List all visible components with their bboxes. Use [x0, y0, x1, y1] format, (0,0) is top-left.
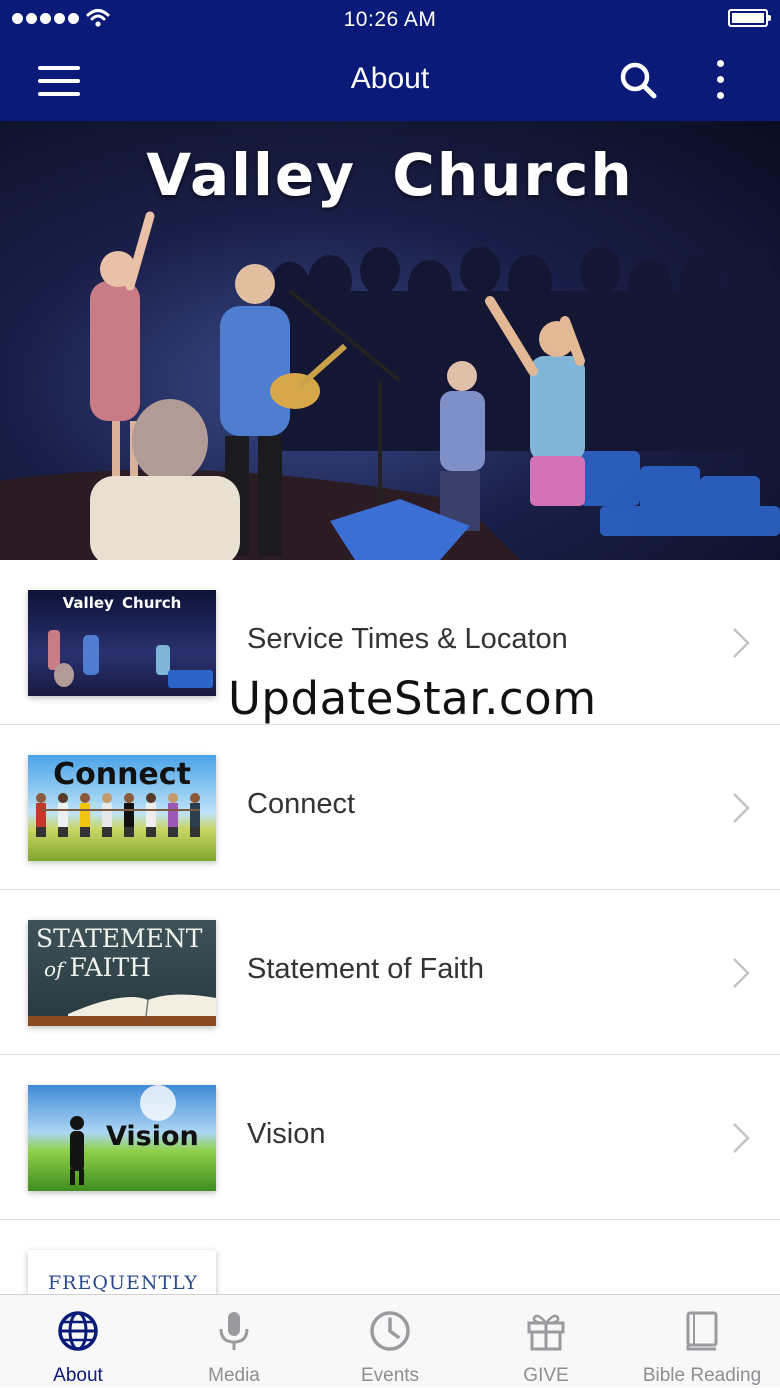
chevron-right-icon: [733, 958, 750, 988]
tab-media[interactable]: Media: [156, 1295, 312, 1388]
hero-banner: Valley Church: [0, 121, 780, 560]
tab-give[interactable]: GIVE: [468, 1295, 624, 1388]
thumbnail-statement-of-faith: STATEMENT of FAITH: [28, 920, 216, 1026]
tab-bar: About Media Events GIVE Bible Reading: [0, 1294, 780, 1387]
thumbnail-valley-church: Valley Church: [28, 590, 216, 696]
watermark-text: UpdateStar.com: [228, 672, 597, 725]
chevron-right-icon: [733, 1123, 750, 1153]
list-item-connect[interactable]: Connect Connect: [0, 725, 780, 890]
tab-about[interactable]: About: [0, 1295, 156, 1388]
thumbnail-vision: Vision: [28, 1085, 216, 1191]
chevron-right-icon: [733, 628, 750, 658]
status-time: 10:26 AM: [343, 8, 437, 31]
tab-label: Events: [360, 1365, 420, 1386]
list-item-label: Service Times & Locaton: [247, 623, 568, 655]
tab-label: Media: [208, 1365, 260, 1386]
list-item-label: Statement of Faith: [247, 953, 484, 985]
tab-label: About: [53, 1365, 103, 1386]
nav-bar: About: [0, 40, 780, 121]
hero-title: Valley Church: [146, 141, 634, 209]
tab-events[interactable]: Events: [312, 1295, 468, 1388]
clock-icon: [370, 1311, 410, 1351]
list-item-label: Vision: [247, 1118, 326, 1150]
thumbnail-connect: Connect: [28, 755, 216, 861]
list-item-vision[interactable]: Vision Vision: [0, 1055, 780, 1220]
globe-icon: [58, 1311, 98, 1351]
battery-icon: [728, 9, 771, 27]
tab-bible-reading[interactable]: Bible Reading: [624, 1295, 780, 1388]
tab-label: Bible Reading: [642, 1365, 762, 1386]
tab-label: GIVE: [523, 1365, 569, 1386]
microphone-icon: [219, 1312, 249, 1350]
page-title: About: [350, 62, 430, 95]
search-icon[interactable]: [618, 60, 658, 100]
thumbnail-title: Vision: [106, 1121, 199, 1152]
list-item-label: Connect: [247, 788, 356, 820]
chevron-right-icon: [733, 793, 750, 823]
more-vertical-icon[interactable]: [710, 58, 730, 102]
book-icon: [686, 1311, 718, 1351]
status-bar: 10:26 AM: [0, 0, 780, 40]
list-item-statement-of-faith[interactable]: STATEMENT of FAITH Statement of Faith: [0, 890, 780, 1055]
gift-icon: [527, 1314, 565, 1351]
hamburger-menu-icon[interactable]: [38, 66, 80, 96]
